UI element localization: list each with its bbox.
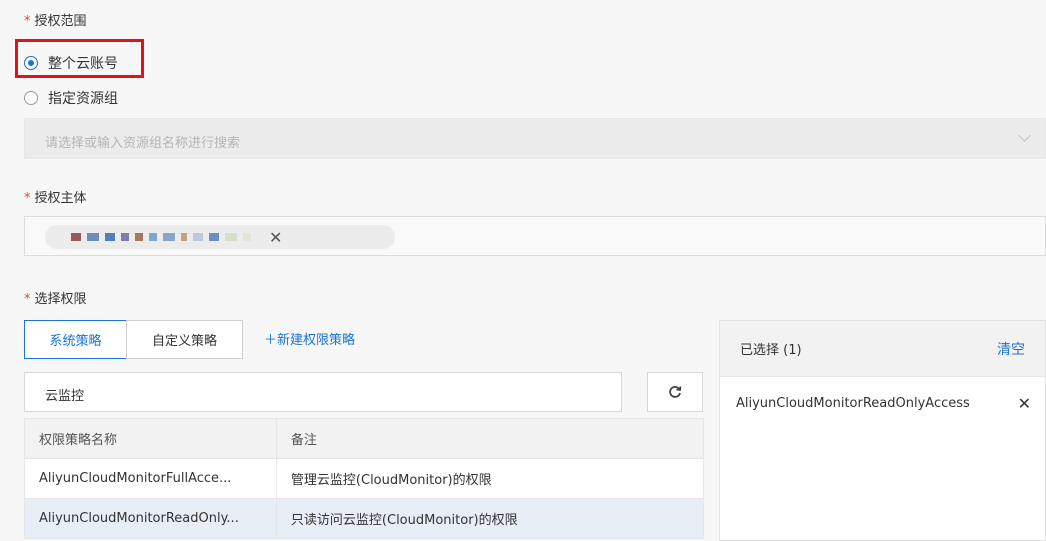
selected-item-label: AliyunCloudMonitorReadOnlyAccess <box>736 395 970 411</box>
refresh-icon <box>669 386 682 398</box>
resource-group-placeholder: 请选择或输入资源组名称进行搜索 <box>45 136 241 151</box>
required-mark: * <box>24 292 31 307</box>
principal-tag: ✕ <box>45 225 395 249</box>
table-row[interactable]: AliyunCloudMonitorFullAcce... 管理云监控(Clou… <box>24 458 705 499</box>
selected-panel-title: 已选择 (1) <box>740 343 802 358</box>
policy-table: 权限策略名称 备注 AliyunCloudMonitorFullAcce... … <box>24 418 705 539</box>
scope-option-resource-group[interactable]: 指定资源组 <box>24 88 118 108</box>
resource-group-select[interactable]: 请选择或输入资源组名称进行搜索 <box>24 118 1046 159</box>
table-row[interactable]: AliyunCloudMonitorReadOnly... 只读访问云监控(Cl… <box>24 498 705 539</box>
selected-panel: 已选择 (1) 清空 AliyunCloudMonitorReadOnlyAcc… <box>719 320 1046 541</box>
policy-search-value: 云监控 <box>45 389 85 404</box>
policy-note-cell: 管理云监控(CloudMonitor)的权限 <box>275 458 705 499</box>
scope-label: * 授权范围 <box>24 14 87 29</box>
required-mark: * <box>24 14 31 29</box>
policy-name-cell: AliyunCloudMonitorReadOnly... <box>24 498 277 539</box>
close-icon[interactable]: ✕ <box>1018 394 1031 413</box>
selected-item: AliyunCloudMonitorReadOnlyAccess ✕ <box>720 377 1045 429</box>
policy-note-cell: 只读访问云监控(CloudMonitor)的权限 <box>275 498 705 539</box>
new-policy-link[interactable]: ＋新建权限策略 <box>264 329 355 348</box>
principal-input[interactable]: ✕ <box>24 216 1046 256</box>
chevron-down-icon <box>1018 129 1031 142</box>
radio-checked-icon[interactable] <box>24 56 38 70</box>
policy-name-cell: AliyunCloudMonitorFullAcce... <box>24 458 277 499</box>
selected-panel-header: 已选择 (1) 清空 <box>720 321 1045 377</box>
table-header-note: 备注 <box>275 418 705 459</box>
scope-option-whole-account[interactable]: 整个云账号 <box>24 53 118 73</box>
tab-custom-policy[interactable]: 自定义策略 <box>126 320 243 359</box>
table-header-name: 权限策略名称 <box>24 418 277 459</box>
scope-option-label: 整个云账号 <box>48 56 118 72</box>
principal-label: * 授权主体 <box>24 191 87 206</box>
radio-unchecked-icon[interactable] <box>24 91 38 105</box>
required-mark: * <box>24 191 31 206</box>
clear-button[interactable]: 清空 <box>997 339 1025 359</box>
refresh-button[interactable] <box>647 372 703 412</box>
scope-option-label: 指定资源组 <box>48 91 118 107</box>
permissions-label: * 选择权限 <box>24 292 87 307</box>
table-header-row: 权限策略名称 备注 <box>24 418 705 459</box>
policy-search-input[interactable]: 云监控 <box>24 372 622 412</box>
redacted-principal-name <box>71 233 257 241</box>
tab-system-policy[interactable]: 系统策略 <box>24 320 127 359</box>
close-icon[interactable]: ✕ <box>269 228 282 247</box>
